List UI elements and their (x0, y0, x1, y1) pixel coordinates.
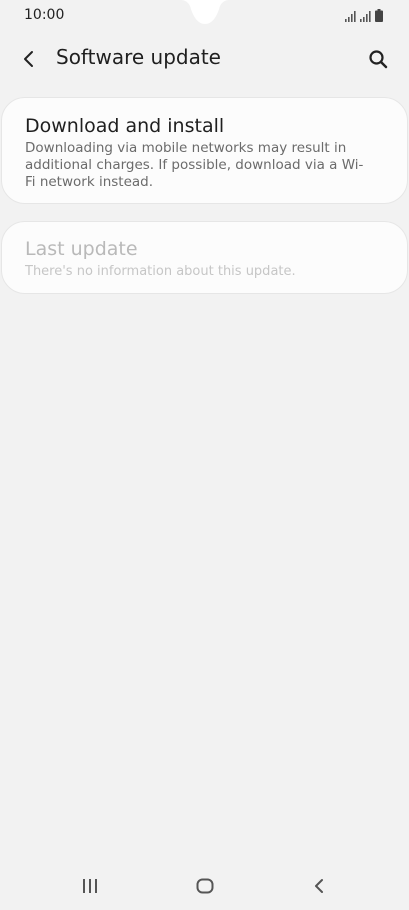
item-title: Download and install (25, 115, 225, 137)
chevron-left-icon (24, 51, 33, 67)
home-button[interactable] (185, 872, 225, 900)
item-title: Last update (25, 238, 138, 260)
search-icon (369, 50, 388, 69)
page-title: Software update (56, 45, 221, 69)
item-description: Downloading via mobile networks may resu… (25, 140, 364, 190)
back-icon (315, 879, 323, 893)
signal-icon (360, 11, 371, 22)
last-update-item: Last update There's no information about… (1, 221, 408, 294)
status-time: 10:00 (24, 7, 65, 23)
signal-icon (345, 11, 356, 22)
download-and-install-item[interactable]: Download and install Downloading via mob… (1, 97, 408, 204)
item-description: There's no information about this update… (25, 264, 296, 279)
camera-notch (181, 0, 229, 24)
battery-icon (375, 9, 383, 22)
search-button[interactable] (363, 44, 393, 74)
home-icon (196, 878, 214, 894)
app-bar: Software update (0, 36, 409, 80)
recents-button[interactable] (70, 872, 110, 900)
status-bar: 10:00 (0, 0, 409, 32)
back-nav-button[interactable] (299, 872, 339, 900)
software-update-screen: 10:00 Software update Download and insta… (0, 0, 409, 910)
back-button[interactable] (14, 44, 44, 74)
status-icons (345, 8, 383, 22)
recents-icon (83, 879, 97, 893)
navigation-bar (0, 862, 409, 910)
